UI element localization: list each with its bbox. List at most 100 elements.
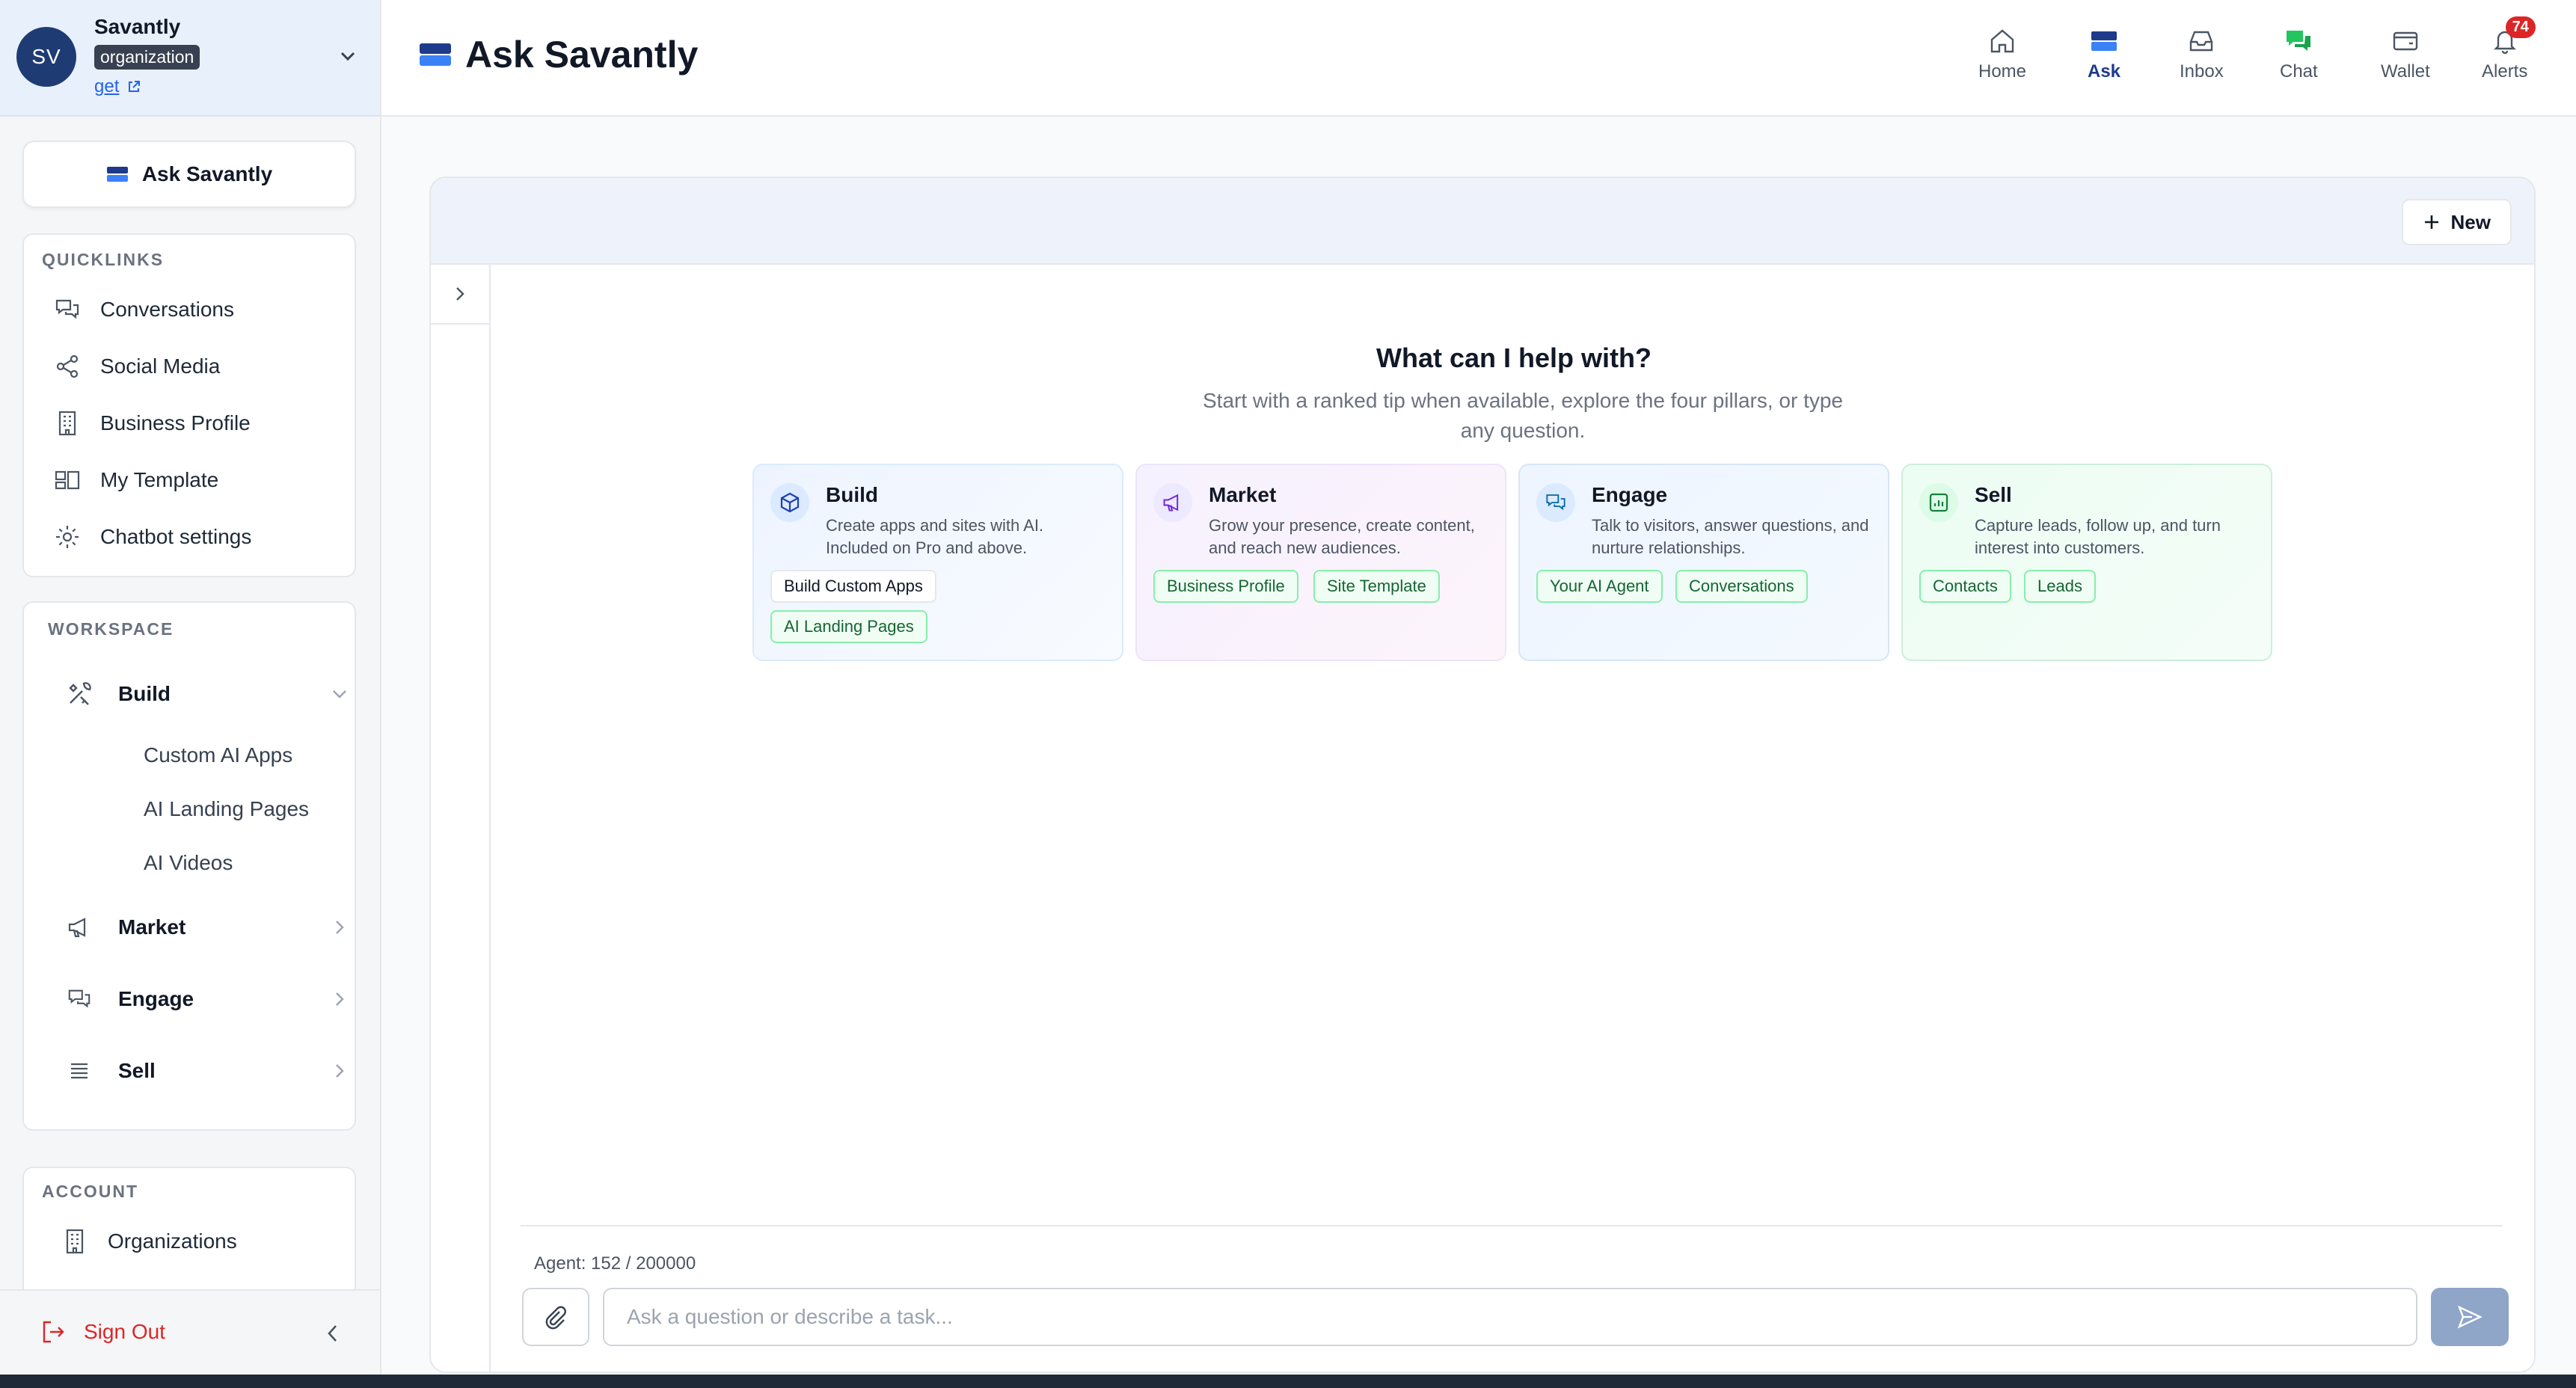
page-title: Ask Savantly — [419, 33, 698, 76]
nav-label: Home — [1978, 61, 2027, 82]
sidebar-item-market[interactable]: Market — [66, 914, 350, 941]
sidebar-item-label: Conversations — [100, 298, 234, 321]
sidebar-item-chatbot-settings[interactable]: Chatbot settings — [54, 523, 251, 550]
sidebar-item-my-template[interactable]: My Template — [54, 467, 218, 494]
chip-site-template[interactable]: Site Template — [1313, 570, 1440, 603]
chip-leads[interactable]: Leads — [2024, 570, 2096, 603]
chat-bubbles-icon — [54, 296, 81, 323]
nav-inbox[interactable]: Inbox — [2180, 27, 2224, 82]
ask-icon — [2090, 27, 2118, 55]
ask-savantly-label: Ask Savantly — [141, 162, 273, 185]
building-icon — [54, 410, 81, 437]
pillar-engage[interactable]: Engage Talk to visitors, answer question… — [1518, 464, 1889, 661]
megaphone-icon — [1153, 483, 1192, 522]
top-header: Ask Savantly Home Ask Inbox Chat Wallet … — [381, 0, 2576, 117]
nav-wallet[interactable]: Wallet — [2381, 27, 2430, 82]
send-icon — [2456, 1303, 2483, 1330]
chip-build-custom-apps[interactable]: Build Custom Apps — [770, 570, 936, 603]
pillar-title: Market — [1209, 483, 1277, 506]
ask-panel: New What can I help with? Start with a r… — [429, 176, 2536, 1373]
cube-icon — [770, 483, 809, 522]
megaphone-icon — [66, 914, 93, 941]
hero-title: What can I help with? — [1376, 343, 1652, 373]
avatar[interactable]: SV — [16, 27, 76, 87]
sidebar-item-build[interactable]: Build — [66, 681, 350, 707]
sidebar-item-business-profile[interactable]: Business Profile — [54, 410, 251, 437]
sidebar-item-label: Build — [118, 682, 171, 705]
chat-bubbles-icon — [1536, 483, 1575, 522]
chip-conversations[interactable]: Conversations — [1675, 570, 1808, 603]
nav-alerts[interactable]: 74 Alerts — [2482, 16, 2536, 82]
chevron-right-icon[interactable] — [329, 989, 350, 1010]
chip-contacts[interactable]: Contacts — [1919, 570, 2011, 603]
workspace-panel: WORKSPACE Build Custom AI Apps AI Landin… — [22, 601, 356, 1131]
sign-out-button[interactable]: Sign Out — [40, 1319, 165, 1345]
nav-label: Inbox — [2180, 61, 2224, 82]
ask-icon — [419, 41, 452, 68]
org-name: Savantly — [94, 15, 181, 38]
nav-ask[interactable]: Ask — [2088, 27, 2120, 82]
nav-label: Alerts — [2482, 61, 2528, 82]
sidebar-item-conversations[interactable]: Conversations — [54, 296, 234, 323]
building-icon — [61, 1228, 88, 1255]
chip-your-ai-agent[interactable]: Your AI Agent — [1536, 570, 1663, 603]
chevron-right-icon — [450, 284, 470, 304]
ask-input[interactable] — [603, 1288, 2417, 1346]
pillar-title: Build — [826, 483, 878, 506]
pillar-description: Create apps and sites with AI. Included … — [826, 516, 1044, 557]
sign-out-icon — [40, 1319, 66, 1345]
sidebar-item-label: Market — [118, 915, 186, 939]
send-button[interactable] — [2431, 1288, 2509, 1346]
list-icon — [66, 1057, 93, 1084]
org-link-label[interactable]: get — [94, 76, 119, 97]
chart-icon — [1919, 483, 1958, 522]
sidebar-subitem-custom-ai-apps[interactable]: Custom AI Apps — [144, 743, 292, 767]
quicklinks-panel: QUICKLINKS Conversations Social Media Bu… — [22, 233, 356, 577]
new-chat-button[interactable]: New — [2401, 199, 2512, 245]
collapse-sidebar-icon[interactable] — [322, 1322, 344, 1345]
sidebar-item-label: Engage — [118, 987, 194, 1010]
composer-divider — [521, 1225, 2503, 1226]
sidebar: SV Savantly organization get Ask Savantl… — [0, 0, 381, 1388]
expand-history-button[interactable] — [431, 265, 489, 325]
org-switcher[interactable]: SV Savantly organization get — [0, 0, 380, 117]
sidebar-item-sell[interactable]: Sell — [66, 1057, 350, 1084]
pillar-description: Talk to visitors, answer questions, and … — [1592, 516, 1869, 557]
chevron-down-icon[interactable] — [329, 684, 350, 704]
wallet-icon — [2391, 27, 2420, 55]
new-chat-label: New — [2450, 210, 2491, 233]
page-title-text: Ask Savantly — [465, 34, 699, 76]
chip-business-profile[interactable]: Business Profile — [1153, 570, 1298, 603]
chevron-right-icon[interactable] — [329, 917, 350, 938]
tools-icon — [66, 681, 93, 707]
org-link[interactable]: get — [94, 76, 141, 97]
sidebar-item-label: My Template — [100, 468, 219, 491]
chip-ai-landing-pages[interactable]: AI Landing Pages — [770, 610, 927, 643]
sidebar-item-organizations[interactable]: Organizations — [61, 1228, 237, 1255]
gear-icon — [54, 523, 81, 550]
workspace-title: WORKSPACE — [48, 619, 174, 639]
nav-label: Chat — [2280, 61, 2318, 82]
history-rail — [431, 265, 491, 1372]
chevron-down-icon[interactable] — [337, 45, 359, 67]
pillar-description: Grow your presence, create content, and … — [1209, 516, 1475, 557]
nav-home[interactable]: Home — [1978, 27, 2026, 82]
sign-out-label: Sign Out — [84, 1320, 165, 1343]
chevron-right-icon[interactable] — [329, 1060, 350, 1081]
pillar-build[interactable]: Build Create apps and sites with AI. Inc… — [752, 464, 1123, 661]
sidebar-subitem-ai-videos[interactable]: AI Videos — [144, 851, 233, 875]
pillar-market[interactable]: Market Grow your presence, create conten… — [1135, 464, 1506, 661]
sidebar-item-engage[interactable]: Engage — [66, 986, 350, 1013]
sidebar-item-social-media[interactable]: Social Media — [54, 353, 220, 380]
sidebar-item-label: Chatbot settings — [100, 525, 252, 548]
pillar-sell[interactable]: Sell Capture leads, follow up, and turn … — [1901, 464, 2272, 661]
template-icon — [54, 467, 81, 494]
plus-icon — [2423, 213, 2441, 231]
nav-chat[interactable]: Chat — [2280, 27, 2318, 82]
sidebar-subitem-ai-landing-pages[interactable]: AI Landing Pages — [144, 797, 309, 821]
pillar-description: Capture leads, follow up, and turn inter… — [1975, 516, 2221, 557]
ask-savantly-button[interactable]: Ask Savantly — [22, 141, 356, 208]
window-bottom-edge — [0, 1375, 2576, 1388]
attach-button[interactable] — [522, 1288, 589, 1346]
pillar-title: Sell — [1975, 483, 2012, 506]
